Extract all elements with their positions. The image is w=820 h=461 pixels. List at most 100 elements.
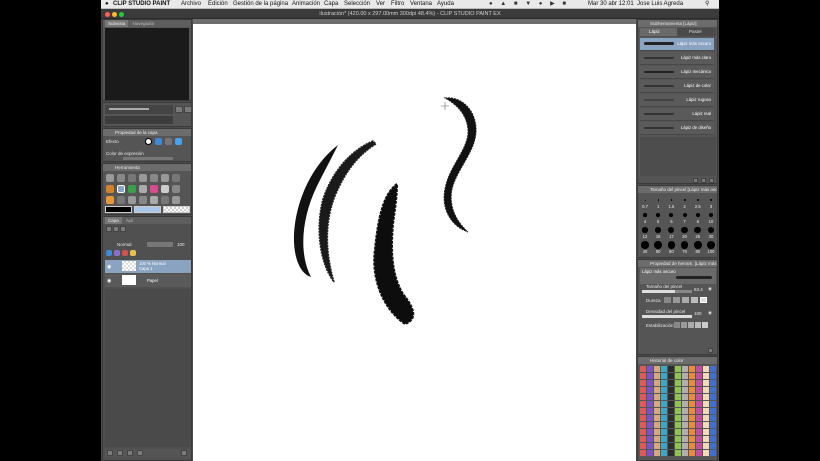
brush-size-cell[interactable]: 2.5 xyxy=(692,196,704,210)
color-swatch[interactable] xyxy=(675,422,681,428)
layer-row-papel[interactable]: ◉ Papel xyxy=(105,274,191,287)
color-swatch[interactable] xyxy=(647,366,653,372)
fill-icon[interactable] xyxy=(106,196,114,204)
color-swatch[interactable] xyxy=(682,443,688,449)
color-swatch[interactable] xyxy=(640,443,646,449)
color-swatch[interactable] xyxy=(710,387,716,393)
color-swatch[interactable] xyxy=(682,380,688,386)
color-swatch[interactable] xyxy=(661,373,667,379)
color-swatch[interactable] xyxy=(647,422,653,428)
tab-subvista[interactable]: Subvista xyxy=(105,20,129,27)
brush-size-cell[interactable]: 6 xyxy=(665,211,677,225)
color-swatch[interactable] xyxy=(668,429,674,435)
brush-size-cell[interactable]: 5 xyxy=(652,211,664,225)
hardness-selector[interactable] xyxy=(664,297,707,303)
layer-mask-icon[interactable] xyxy=(114,250,120,256)
color-swatch[interactable] xyxy=(668,408,674,414)
menu-gestion-pagina[interactable]: Gestión de la página xyxy=(233,0,288,9)
color-swatch[interactable] xyxy=(696,415,702,421)
color-swatch[interactable] xyxy=(689,422,695,428)
color-swatch[interactable] xyxy=(640,422,646,428)
brush-size-cell[interactable]: 80 xyxy=(692,241,704,255)
color-swatch[interactable] xyxy=(682,387,688,393)
color-swatch[interactable] xyxy=(689,394,695,400)
color-swatch[interactable] xyxy=(710,394,716,400)
color-swatch[interactable] xyxy=(675,373,681,379)
color-swatch[interactable] xyxy=(682,394,688,400)
color-swatch[interactable] xyxy=(703,443,709,449)
color-swatch[interactable] xyxy=(682,366,688,372)
minimize-button[interactable] xyxy=(112,12,117,17)
eyedropper-icon[interactable] xyxy=(172,174,180,182)
brush-size-cell[interactable]: 3 xyxy=(705,196,717,210)
color-swatch[interactable] xyxy=(654,443,660,449)
brush-size-cell[interactable]: 70 xyxy=(679,241,691,255)
gradient-icon[interactable] xyxy=(117,196,125,204)
color-swatch[interactable] xyxy=(640,408,646,414)
color-swatch[interactable] xyxy=(696,443,702,449)
brush-size-cell[interactable]: 60 xyxy=(665,241,677,255)
color-swatch[interactable] xyxy=(675,387,681,393)
apple-menu-icon[interactable]: ● xyxy=(105,0,109,9)
color-swatch[interactable] xyxy=(682,408,688,414)
color-swatch[interactable] xyxy=(654,436,660,442)
drawing-canvas[interactable] xyxy=(193,24,636,461)
color-swatch[interactable] xyxy=(675,443,681,449)
brush-size-cell[interactable]: 7 xyxy=(679,211,691,225)
color-swatch[interactable] xyxy=(703,408,709,414)
color-swatch[interactable] xyxy=(696,366,702,372)
color-swatch[interactable] xyxy=(640,436,646,442)
color-swatch[interactable] xyxy=(703,401,709,407)
color-swatch[interactable] xyxy=(696,373,702,379)
density-slider[interactable] xyxy=(642,315,692,318)
color-swatch[interactable] xyxy=(689,380,695,386)
color-swatch[interactable] xyxy=(703,373,709,379)
brush-size-cell[interactable]: 8 xyxy=(692,211,704,225)
color-swatch[interactable] xyxy=(703,436,709,442)
tab-lapiz[interactable]: Lápiz xyxy=(640,28,677,36)
balloon-icon[interactable] xyxy=(172,196,180,204)
color-swatch[interactable] xyxy=(640,401,646,407)
decoration-icon[interactable] xyxy=(150,185,158,193)
color-swatch[interactable] xyxy=(703,366,709,372)
menu-app-name[interactable]: CLIP STUDIO PAINT xyxy=(113,0,170,9)
color-swatch[interactable] xyxy=(654,366,660,372)
new-raster-layer-icon[interactable] xyxy=(107,450,113,456)
color-swatch[interactable] xyxy=(696,429,702,435)
color-swatch[interactable] xyxy=(710,450,716,456)
brush-size-cell[interactable]: 100 xyxy=(705,241,717,255)
color-swatch[interactable] xyxy=(682,422,688,428)
merge-icon[interactable] xyxy=(137,450,143,456)
layer-move-icon[interactable] xyxy=(139,174,147,182)
new-folder-icon[interactable] xyxy=(127,450,133,456)
brush-size-cell[interactable]: 10 xyxy=(705,211,717,225)
tab-capa[interactable]: Capa xyxy=(105,217,122,224)
color-swatch[interactable] xyxy=(696,394,702,400)
color-swatch[interactable] xyxy=(682,436,688,442)
color-swatch[interactable] xyxy=(647,394,653,400)
menu-seleccion[interactable]: Selección xyxy=(344,0,370,9)
color-swatch[interactable] xyxy=(640,450,646,456)
color-swatch[interactable] xyxy=(661,450,667,456)
subview-area[interactable] xyxy=(105,28,189,100)
color-swatch[interactable] xyxy=(640,380,646,386)
color-swatch[interactable] xyxy=(703,450,709,456)
pressure-icon[interactable]: ◉ xyxy=(708,286,712,292)
menu-user[interactable]: Jose Luis Agreda xyxy=(637,0,683,9)
menu-ver[interactable]: Ver xyxy=(376,0,385,9)
layer-clip-icon[interactable] xyxy=(120,226,126,232)
frame-icon[interactable] xyxy=(139,196,147,204)
blend-mode-select[interactable]: Normal xyxy=(117,242,132,247)
sub-color-swatch[interactable] xyxy=(134,206,161,213)
flip-icon[interactable] xyxy=(184,106,192,113)
color-swatch[interactable] xyxy=(675,366,681,372)
color-swatch[interactable] xyxy=(696,450,702,456)
color-swatch[interactable] xyxy=(710,443,716,449)
color-swatch[interactable] xyxy=(661,443,667,449)
status-icons[interactable]: ● ▲ ■ ▼ ● ▶ ■ xyxy=(489,0,569,9)
brush-size-cell[interactable]: 1 xyxy=(652,196,664,210)
color-swatch[interactable] xyxy=(647,443,653,449)
color-swatch[interactable] xyxy=(640,373,646,379)
density-value[interactable]: 100 xyxy=(694,311,702,316)
stabilization-selector[interactable] xyxy=(674,322,708,328)
